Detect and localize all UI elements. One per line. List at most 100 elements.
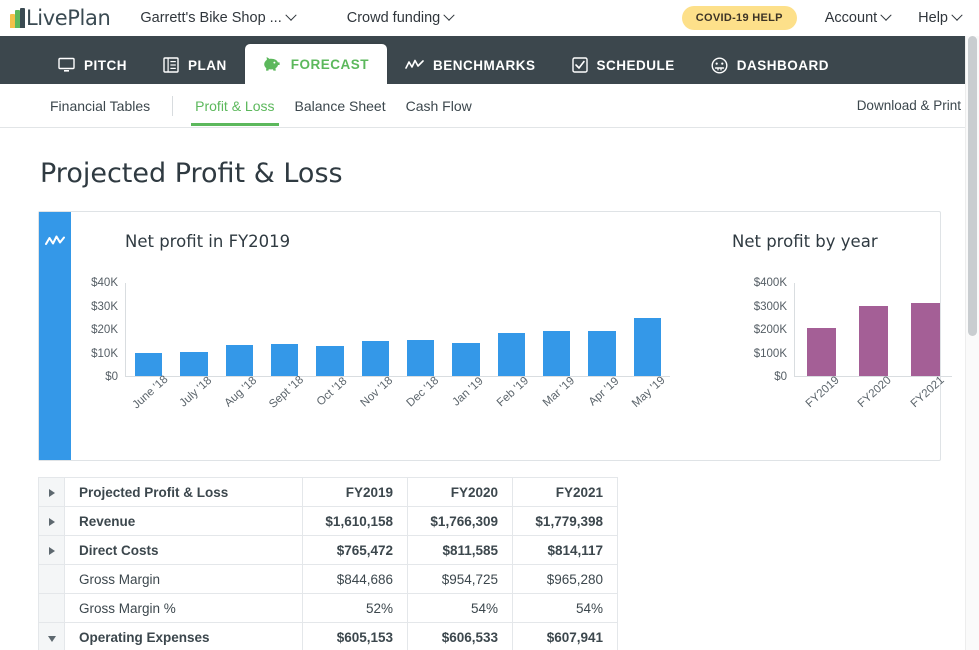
x-axis-label-slot: Jan '19: [443, 377, 488, 421]
row-value: $844,686: [303, 565, 408, 594]
bar[interactable]: [911, 303, 940, 376]
gauge-icon: [711, 57, 728, 74]
bar[interactable]: [316, 346, 343, 376]
bar-slot: [443, 343, 488, 376]
profit-and-loss-table: Projected Profit & LossFY2019FY2020FY202…: [38, 477, 941, 650]
row-value: $954,725: [408, 565, 513, 594]
nav-tab-plan[interactable]: PLAN: [145, 46, 245, 84]
x-axis-label-slot: Nov '18: [353, 377, 398, 421]
row-label: Projected Profit & Loss: [65, 478, 303, 507]
help-menu[interactable]: Help: [918, 10, 961, 26]
row-value: $814,117: [513, 536, 618, 565]
row-value: 52%: [303, 594, 408, 623]
chart-card-rail[interactable]: [39, 212, 71, 460]
main-content: Projected Profit & Loss Net profit in FY…: [0, 158, 979, 650]
bar[interactable]: [498, 333, 525, 376]
x-axis-label-slot: Aug '18: [217, 377, 262, 421]
row-value: $605,153: [303, 623, 408, 650]
x-axis-label-slot: Dec '18: [398, 377, 443, 421]
bar[interactable]: [135, 353, 162, 376]
table-row[interactable]: Revenue$1,610,158$1,766,309$1,779,398: [39, 507, 942, 536]
bar[interactable]: [180, 352, 207, 376]
subtab-balance-sheet[interactable]: Balance Sheet: [285, 86, 396, 125]
bar[interactable]: [452, 343, 479, 376]
plan-type-label: Crowd funding: [347, 10, 441, 26]
bar[interactable]: [271, 344, 298, 376]
subtab-cash-flow[interactable]: Cash Flow: [396, 86, 482, 125]
expand-row-icon[interactable]: [39, 507, 65, 536]
expand-row-icon[interactable]: [39, 478, 65, 507]
nav-tab-label: SCHEDULE: [597, 58, 675, 73]
row-value: FY2019: [303, 478, 408, 507]
bar[interactable]: [362, 341, 389, 376]
y-axis-tick-label: $0: [774, 371, 787, 383]
table-row[interactable]: Projected Profit & LossFY2019FY2020FY202…: [39, 478, 942, 507]
x-axis-label-slot: Sept '18: [262, 377, 307, 421]
bar-series: [126, 283, 670, 376]
y-axis-tick-label: $300K: [754, 301, 787, 313]
x-axis-label-slot: Oct '18: [307, 377, 352, 421]
row-spacer: [618, 594, 942, 623]
scrollbar-thumb[interactable]: [968, 36, 977, 336]
subtab-financial-tables[interactable]: Financial Tables: [40, 86, 160, 125]
nav-tab-benchmarks[interactable]: BENCHMARKS: [387, 46, 554, 84]
piggy-bank-icon: [263, 56, 282, 72]
bar[interactable]: [407, 340, 434, 376]
chevron-down-icon: [881, 10, 892, 21]
row-label: Gross Margin: [65, 565, 303, 594]
x-axis-tick-label: Feb '19: [495, 375, 531, 409]
row-value: $606,533: [408, 623, 513, 650]
y-axis-tick-label: $10K: [91, 348, 118, 360]
chart-title: Net profit by year: [732, 232, 952, 251]
bar-slot: [171, 352, 216, 376]
table-row[interactable]: Gross Margin %52%54%54%: [39, 594, 942, 623]
covid-help-badge[interactable]: COVID-19 HELP: [682, 6, 797, 30]
x-axis-tick-label: FY2019: [804, 374, 842, 410]
bar[interactable]: [859, 306, 888, 377]
download-and-print-button[interactable]: Download & Print: [857, 98, 961, 113]
logo-bars-icon: [10, 8, 25, 28]
nav-tab-pitch[interactable]: PITCH: [40, 46, 145, 84]
bar[interactable]: [226, 345, 253, 376]
nav-tab-label: FORECAST: [291, 57, 369, 72]
main-navigation: PITCH PLAN FORECAST BENCHMARKS SCHEDULE: [0, 36, 979, 84]
chart-title: Net profit in FY2019: [125, 232, 716, 251]
x-axis-label-slot: FY2020: [847, 377, 899, 421]
bar-slot: [353, 341, 398, 376]
row-value: $607,941: [513, 623, 618, 650]
nav-tab-schedule[interactable]: SCHEDULE: [554, 46, 693, 84]
page-scrollbar[interactable]: [965, 36, 979, 650]
subtab-profit-and-loss[interactable]: Profit & Loss: [185, 86, 284, 125]
x-axis-tick-label: July '18: [178, 375, 215, 410]
bar[interactable]: [543, 331, 570, 376]
table-row[interactable]: Gross Margin$844,686$954,725$965,280: [39, 565, 942, 594]
line-chart-icon: [405, 58, 424, 72]
nav-tab-dashboard[interactable]: DASHBOARD: [693, 46, 847, 84]
nav-tab-forecast[interactable]: FORECAST: [245, 44, 387, 84]
monitor-icon: [58, 57, 75, 73]
liveplan-logo[interactable]: LivePlan: [10, 6, 110, 30]
table-row[interactable]: Direct Costs$765,472$811,585$814,117: [39, 536, 942, 565]
plan-type-selector[interactable]: Crowd funding: [347, 10, 454, 26]
x-axis-label-slot: June '18: [126, 377, 171, 421]
table-row[interactable]: Operating Expenses$605,153$606,533$607,9…: [39, 623, 942, 650]
x-axis-label-slot: Apr '19: [579, 377, 624, 421]
bar[interactable]: [807, 328, 836, 376]
account-menu[interactable]: Account: [825, 10, 890, 26]
x-axis-tick-label: Oct '18: [315, 375, 350, 408]
x-axis-tick-label: Dec '18: [404, 375, 441, 410]
row-value: $765,472: [303, 536, 408, 565]
y-axis-tick-label: $20K: [91, 324, 118, 336]
top-bar-right: COVID-19 HELP Account Help: [682, 6, 961, 30]
y-axis-tick-label: $40K: [91, 277, 118, 289]
expand-row-icon[interactable]: [39, 536, 65, 565]
collapse-row-icon[interactable]: [39, 623, 65, 650]
bar[interactable]: [634, 318, 661, 376]
x-axis-tick-label: May '19: [630, 374, 668, 410]
company-selector[interactable]: Garrett's Bike Shop ...: [140, 10, 294, 26]
bar[interactable]: [588, 331, 615, 376]
row-label: Operating Expenses: [65, 623, 303, 650]
row-spacer: [618, 507, 942, 536]
row-toggle-spacer: [39, 565, 65, 594]
x-axis-tick-label: FY2020: [856, 374, 894, 410]
